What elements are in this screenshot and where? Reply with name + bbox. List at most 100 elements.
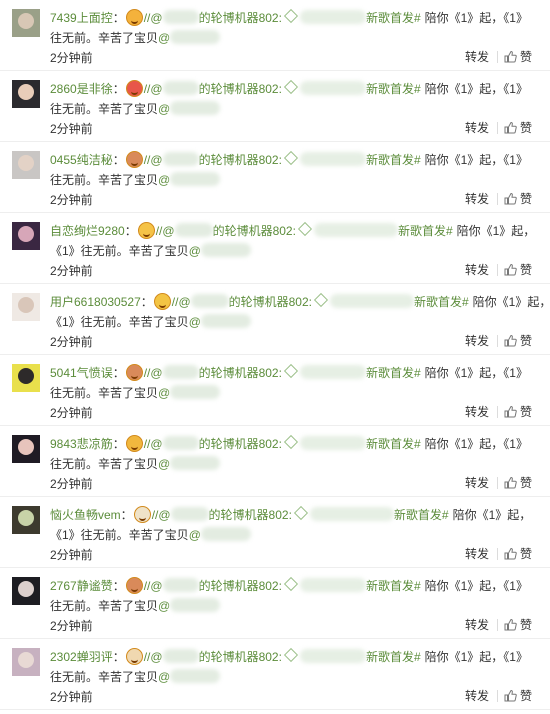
comment-body-start: 陪你《1》起，《1》 — [424, 579, 528, 593]
mention-at[interactable]: @ — [158, 508, 170, 522]
repost-button[interactable]: 转发 — [465, 334, 489, 348]
mention-at[interactable]: @ — [150, 11, 162, 25]
hashtag-link[interactable]: 新歌首发# — [398, 224, 453, 238]
comment-text-line1: 用户6618030527：//@ 的轮博机器802: 新歌首发# 陪你《1》起， — [50, 292, 550, 310]
topic-diamond-icon — [297, 221, 313, 237]
hashtag-link[interactable]: 新歌首发# — [366, 437, 421, 451]
mention-robot-account[interactable]: 的轮博机器802: — [199, 650, 282, 664]
mention-at[interactable]: @ — [162, 224, 174, 238]
repost-button[interactable]: 转发 — [465, 476, 489, 490]
hashtag-link[interactable]: 新歌首发# — [366, 366, 421, 380]
avatar[interactable] — [12, 222, 40, 250]
like-button[interactable]: 赞 — [520, 192, 532, 206]
avatar[interactable] — [12, 293, 40, 321]
like-button[interactable]: 赞 — [520, 476, 532, 490]
repost-button[interactable]: 转发 — [465, 263, 489, 277]
like-button[interactable]: 赞 — [520, 547, 532, 561]
mention-robot-account[interactable]: 的轮博机器802: — [199, 366, 282, 380]
mention-at[interactable]: @ — [158, 102, 170, 116]
mention-robot-account[interactable]: 的轮博机器802: — [199, 82, 282, 96]
hashtag-link[interactable]: 新歌首发# — [366, 11, 421, 25]
comment-username[interactable]: 2302蝉羽评 — [50, 650, 113, 664]
mention-robot-account[interactable]: 的轮博机器802: — [199, 579, 282, 593]
comment-username[interactable]: 2767静谧赞 — [50, 579, 113, 593]
avatar[interactable] — [12, 435, 40, 463]
thumbs-up-icon[interactable] — [504, 121, 517, 134]
repost-button[interactable]: 转发 — [465, 192, 489, 206]
mention-robot-account[interactable]: 的轮博机器802: — [209, 508, 292, 522]
comment-actions: 转发 赞 — [465, 404, 532, 420]
mention-at[interactable]: @ — [158, 670, 170, 684]
mention-at[interactable]: @ — [150, 437, 162, 451]
comment-item: 自恋绚烂9280：//@ 的轮博机器802: 新歌首发# 陪你《1》起， 《1》往无前。… — [0, 213, 550, 284]
mention-robot-account[interactable]: 的轮博机器802: — [213, 224, 296, 238]
comment-username[interactable]: 2860是非徐 — [50, 82, 113, 96]
hashtag-link[interactable]: 新歌首发# — [394, 508, 449, 522]
mention-robot-account[interactable]: 的轮博机器802: — [199, 437, 282, 451]
avatar[interactable] — [12, 364, 40, 392]
thumbs-up-icon[interactable] — [504, 547, 517, 560]
repost-button[interactable]: 转发 — [465, 405, 489, 419]
mention-at[interactable]: @ — [189, 244, 201, 258]
comment-username[interactable]: 恼火鱼畅vem — [50, 508, 121, 522]
blurred-username — [190, 294, 229, 308]
avatar[interactable] — [12, 648, 40, 676]
repost-button[interactable]: 转发 — [465, 618, 489, 632]
like-button[interactable]: 赞 — [520, 50, 532, 64]
mention-at[interactable]: @ — [158, 173, 170, 187]
avatar[interactable] — [12, 506, 40, 534]
like-button[interactable]: 赞 — [520, 618, 532, 632]
mention-at[interactable]: @ — [158, 386, 170, 400]
comment-username[interactable]: 0455纯洁秘 — [50, 153, 113, 167]
mention-at[interactable]: @ — [189, 315, 201, 329]
comment-username[interactable]: 9843悲凉筋 — [50, 437, 113, 451]
comment-username[interactable]: 7439上面控 — [50, 11, 113, 25]
thumbs-up-icon[interactable] — [504, 476, 517, 489]
avatar[interactable] — [12, 577, 40, 605]
mention-at[interactable]: @ — [150, 366, 162, 380]
repost-button[interactable]: 转发 — [465, 689, 489, 703]
mention-at[interactable]: @ — [150, 579, 162, 593]
mention-at[interactable]: @ — [158, 599, 170, 613]
hashtag-link[interactable]: 新歌首发# — [366, 650, 421, 664]
like-button[interactable]: 赞 — [520, 263, 532, 277]
mention-at[interactable]: @ — [150, 153, 162, 167]
mention-at[interactable]: @ — [150, 650, 162, 664]
thumbs-up-icon[interactable] — [504, 689, 517, 702]
blurred-mention — [170, 669, 221, 683]
hashtag-link[interactable]: 新歌首发# — [366, 579, 421, 593]
hashtag-link[interactable]: 新歌首发# — [366, 82, 421, 96]
like-button[interactable]: 赞 — [520, 689, 532, 703]
like-button[interactable]: 赞 — [520, 405, 532, 419]
mention-at[interactable]: @ — [178, 295, 190, 309]
comment-username[interactable]: 用户6618030527 — [50, 295, 141, 309]
mention-at[interactable]: @ — [189, 528, 201, 542]
thumbs-up-icon[interactable] — [504, 192, 517, 205]
comment-actions: 转发 赞 — [465, 333, 532, 349]
repost-button[interactable]: 转发 — [465, 121, 489, 135]
thumbs-up-icon[interactable] — [504, 263, 517, 276]
thumbs-up-icon[interactable] — [504, 334, 517, 347]
avatar[interactable] — [12, 151, 40, 179]
mention-robot-account[interactable]: 的轮博机器802: — [199, 11, 282, 25]
repost-button[interactable]: 转发 — [465, 547, 489, 561]
comment-username[interactable]: 5041气愤误 — [50, 366, 113, 380]
thumbs-up-icon[interactable] — [504, 618, 517, 631]
avatar[interactable] — [12, 80, 40, 108]
mention-at[interactable]: @ — [150, 82, 162, 96]
thumbs-up-icon[interactable] — [504, 405, 517, 418]
avatar[interactable] — [12, 9, 40, 37]
mention-robot-account[interactable]: 的轮博机器802: — [229, 295, 312, 309]
mention-at[interactable]: @ — [158, 457, 170, 471]
mention-robot-account[interactable]: 的轮博机器802: — [199, 153, 282, 167]
comment-time: 2分钟前 — [50, 406, 93, 420]
like-button[interactable]: 赞 — [520, 334, 532, 348]
hashtag-link[interactable]: 新歌首发# — [414, 295, 469, 309]
mention-at[interactable]: @ — [158, 31, 170, 45]
thumbs-up-icon[interactable] — [504, 50, 517, 63]
comment-username[interactable]: 自恋绚烂9280 — [50, 224, 125, 238]
repost-button[interactable]: 转发 — [465, 50, 489, 64]
like-button[interactable]: 赞 — [520, 121, 532, 135]
comment-body-cont: 《1》往无前。辛苦了宝贝 — [50, 244, 189, 258]
hashtag-link[interactable]: 新歌首发# — [366, 153, 421, 167]
